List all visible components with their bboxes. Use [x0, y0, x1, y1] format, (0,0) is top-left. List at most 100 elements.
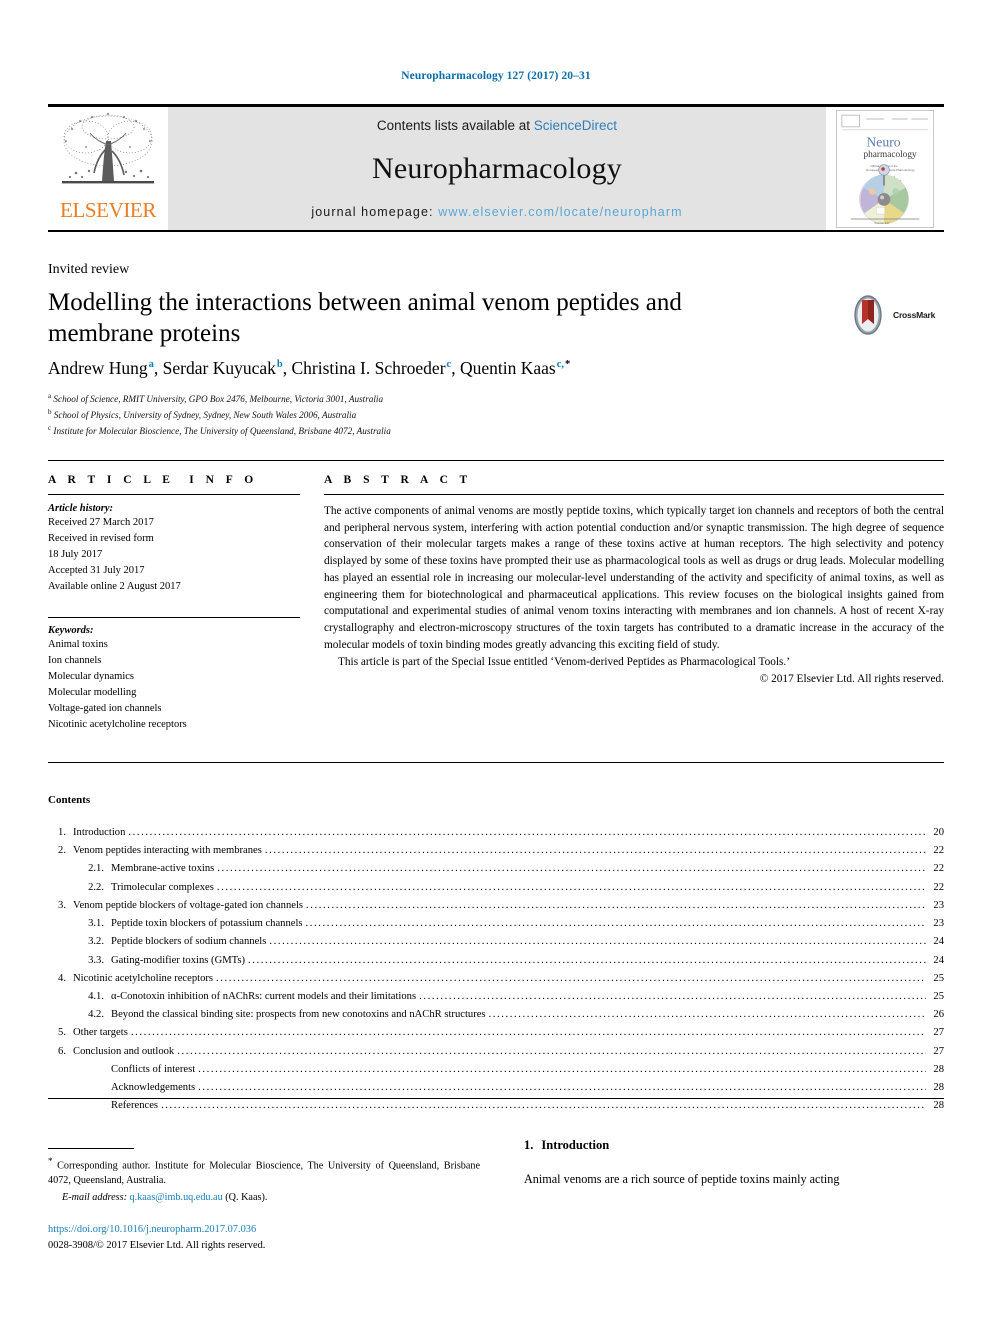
toc-entry-number: 4.1. [88, 990, 104, 1002]
toc-leader-dots: ........................................… [264, 845, 926, 857]
history-item: Received in revised form [48, 532, 154, 544]
article-first-page: Neuropharmacology 127 (2017) 20–31 ELSEV… [0, 0, 992, 1323]
affiliation-text: School of Physics, University of Sydney,… [53, 410, 357, 421]
toc-entry-page: 24 [933, 936, 944, 948]
sciencedirect-link[interactable]: ScienceDirect [534, 118, 617, 133]
corresponding-author-note: * Corresponding author. Institute for Mo… [48, 1155, 480, 1206]
homepage-prefix: journal homepage: [311, 205, 434, 219]
toc-leader-dots: ........................................… [269, 936, 926, 948]
toc-entry-number: 3.2. [88, 936, 104, 948]
svg-text:European Behavioural Pharmacol: European Behavioural Pharmacology [866, 167, 915, 171]
journal-banner: Contents lists available at ScienceDirec… [168, 107, 826, 230]
toc-entry-number: 3.3. [88, 954, 104, 966]
journal-masthead: ELSEVIER Contents lists available at Sci… [48, 104, 944, 232]
toc-entry[interactable]: 2. Venom peptides interacting with membra… [48, 842, 944, 860]
toc-entry-label: Acknowledgements [111, 1082, 196, 1094]
toc-entry-label: Venom peptides interacting with membrane… [73, 845, 262, 857]
affiliation-mark: a [48, 392, 52, 400]
toc-entry[interactable]: 3. Venom peptide blockers of voltage-gate… [48, 897, 944, 915]
toc-entry-number: 2.2. [88, 881, 104, 893]
doi-link[interactable]: https://doi.org/10.1016/j.neuropharm.201… [48, 1222, 480, 1238]
abstract-heading: A B S T R A C T [324, 474, 472, 486]
toc-entry[interactable]: Acknowledgements........................… [48, 1079, 944, 1097]
toc-leader-dots: ........................................… [216, 972, 926, 984]
toc-entry-label: Introduction [73, 827, 126, 838]
toc-entry[interactable]: 5. Other targets.........................… [48, 1024, 944, 1042]
keywords-label: Keywords: [48, 624, 94, 636]
toc-entry-label: Beyond the classical binding site: prosp… [111, 1009, 486, 1021]
affiliation-mark: b [48, 407, 52, 416]
toc-entry[interactable]: 2.2. Trimolecular complexes..............… [48, 879, 944, 897]
toc-entry[interactable]: 4. Nicotinic acetylcholine receptors.....… [48, 970, 944, 988]
author-list: Andrew Hunga, Serdar Kuyucakb, Christina… [48, 358, 908, 379]
toc-entry-page: 27 [933, 1045, 944, 1057]
toc-entry[interactable]: 3.2. Peptide blockers of sodium channels.… [48, 933, 944, 951]
doi-block: https://doi.org/10.1016/j.neuropharm.201… [48, 1222, 480, 1254]
toc-entry[interactable]: 1. Introduction..........................… [48, 824, 944, 842]
toc-entry-number: 5. [58, 1027, 66, 1039]
toc-leader-dots: ........................................… [488, 1009, 926, 1021]
toc-entry[interactable]: Conflicts of interest...................… [48, 1061, 944, 1079]
footnote-separator-rule [48, 1148, 134, 1149]
toc-leader-dots: ........................................… [130, 1027, 926, 1039]
footnote-star-mark: * [48, 1156, 53, 1166]
toc-entry-label: α-Conotoxin inhibition of nAChRs: curren… [111, 990, 417, 1002]
toc-entry-page: 23 [933, 918, 944, 930]
abstract-panel: A B S T R A C T The active components of… [324, 474, 944, 688]
toc-entry-number: 4. [58, 972, 66, 984]
toc-entry-number: 3.1. [88, 918, 104, 930]
keywords-rule [48, 616, 300, 618]
introduction-title: Introduction [541, 1138, 610, 1152]
toc-leader-dots: ........................................… [248, 954, 926, 966]
introduction-heading: 1. Introduction [524, 1138, 609, 1153]
email-owner: (Q. Kaas). [225, 1192, 268, 1204]
toc-leader-dots: ........................................… [198, 1063, 926, 1075]
affiliation-item: b School of Physics, University of Sydne… [48, 407, 748, 423]
keyword-item: Voltage-gated ion channels [48, 702, 162, 714]
crossmark-icon [854, 295, 882, 335]
keyword-item: Animal toxins [48, 638, 108, 650]
elsevier-logo: ELSEVIER [48, 107, 168, 230]
affiliation-item: c Institute for Molecular Bioscience, Th… [48, 423, 748, 439]
email-label: E-mail address: [62, 1192, 127, 1204]
toc-entry[interactable]: 4.1. α-Conotoxin inhibition of nAChRs: cu… [48, 988, 944, 1006]
email-link[interactable]: q.kaas@imb.uq.edu.au [130, 1192, 223, 1203]
journal-cover-container: Neuro pharmacology Official Journal of t… [826, 107, 944, 230]
history-item: Accepted 31 July 2017 [48, 564, 145, 576]
corresponding-author-mark: * [565, 359, 571, 371]
elsevier-tree-icon [62, 112, 154, 184]
toc-entry-page: 25 [933, 990, 944, 1002]
toc-entry[interactable]: 2.1. Membrane-active toxins..............… [48, 860, 944, 878]
elsevier-wordmark: ELSEVIER [60, 198, 156, 222]
contents-prefix: Contents lists available at [376, 118, 531, 133]
toc-entry-page: 22 [933, 845, 944, 857]
article-info-rule [48, 494, 300, 495]
corresponding-author-text: Corresponding author. Institute for Mole… [48, 1160, 481, 1187]
article-info-heading: A R T I C L E I N F O [48, 474, 258, 486]
svg-text:Neuro: Neuro [866, 134, 900, 149]
abstract-special-issue-note: This article is part of the Special Issu… [338, 656, 791, 669]
toc-entry[interactable]: References..............................… [48, 1097, 944, 1115]
toc-entry-label: Venom peptide blockers of voltage-gated … [73, 899, 304, 911]
toc-entry[interactable]: 3.1. Peptide toxin blockers of potassium … [48, 915, 944, 933]
toc-entry-number: 4.2. [88, 1009, 104, 1021]
toc-leader-dots: ........................................… [177, 1045, 926, 1057]
toc-entry-label: Conflicts of interest [111, 1063, 196, 1075]
article-info-panel: A R T I C L E I N F O Article history: R… [48, 474, 300, 732]
abstract-text: The active components of animal venoms a… [324, 505, 944, 651]
homepage-url-link[interactable]: www.elsevier.com/locate/neuropharm [438, 205, 682, 219]
crossmark-badge[interactable]: CrossMark [848, 288, 944, 342]
keyword-item: Molecular dynamics [48, 670, 135, 682]
author-affil-mark: c [446, 359, 452, 371]
author-affil-mark: b [276, 359, 283, 371]
toc-leader-dots: ........................................… [216, 881, 926, 893]
toc-entry[interactable]: 6. Conclusion and outlook................… [48, 1043, 944, 1061]
toc-leader-dots: ........................................… [128, 827, 926, 838]
toc-entry-label: Gating-modifier toxins (GMTs) [111, 954, 246, 966]
author-affil-mark: c, [556, 359, 564, 371]
keyword-item: Nicotinic acetylcholine receptors [48, 718, 187, 730]
toc-leader-dots: ........................................… [198, 1082, 926, 1094]
affiliation-text: Institute for Molecular Bioscience, The … [53, 426, 391, 436]
toc-entry[interactable]: 4.2. Beyond the classical binding site: p… [48, 1006, 944, 1024]
toc-entry[interactable]: 3.3. Gating-modifier toxins (GMTs).......… [48, 952, 944, 970]
